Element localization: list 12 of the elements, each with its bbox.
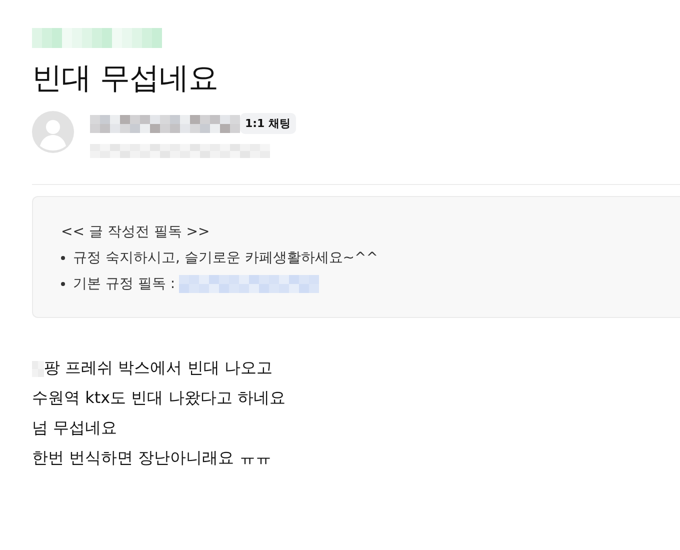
body-text: 팡 프레쉬 박스에서 빈대 나오고: [44, 358, 272, 379]
chat-button[interactable]: 1:1 채팅: [240, 113, 296, 134]
notice-heading: << 글 작성전 필독 >>: [61, 223, 210, 241]
notice-item: 기본 규정 필독 :: [73, 275, 176, 293]
avatar-icon: [32, 111, 74, 153]
bullet-icon: [61, 282, 65, 286]
post-title: 빈대 무섭네요: [32, 60, 220, 98]
bullet-icon: [61, 256, 65, 260]
body-text: 한번 번식하면 장난아니래요 ㅠㅠ: [32, 448, 272, 469]
body-text: 넘 무섭네요: [32, 418, 118, 439]
body-text: 수원역 ktx도 빈대 나왔다고 하네요: [32, 388, 286, 409]
notice-item: 규정 숙지하시고, 슬기로운 카페생활하세요~^^: [73, 249, 378, 267]
